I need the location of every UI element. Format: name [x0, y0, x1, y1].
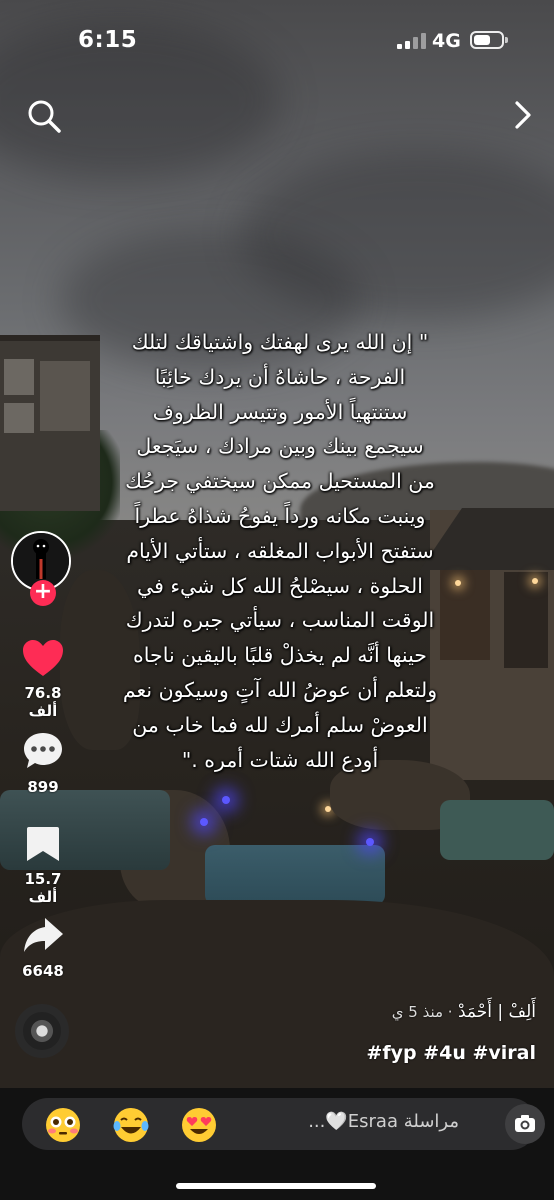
camera-icon[interactable]: [505, 1104, 545, 1144]
hashtags[interactable]: #fyp #4u #viral: [366, 1042, 536, 1064]
like-count: 76.8 ألف: [24, 684, 62, 720]
comment-input-pill[interactable]: مراسلة Esraa🤍...: [22, 1098, 545, 1150]
battery-icon: [470, 31, 508, 49]
home-indicator[interactable]: [176, 1183, 376, 1189]
status-bar: 6:15 4G: [0, 0, 554, 80]
lamp: [532, 578, 538, 584]
comment-button[interactable]: 899: [10, 730, 76, 796]
share-count: 6648: [22, 962, 64, 980]
post-time: · منذ 5 ي: [391, 1003, 453, 1021]
heart-icon: [23, 640, 63, 676]
comment-count: 899: [27, 778, 59, 796]
music-disc[interactable]: [15, 1004, 69, 1058]
share-button[interactable]: 6648: [10, 914, 76, 980]
lamp: [455, 580, 461, 586]
heart-eyes-emoji[interactable]: [180, 1106, 218, 1144]
building-left: [0, 335, 100, 511]
pool-light: [222, 796, 230, 804]
pool: [205, 845, 385, 905]
post-author-line: أَلِفْ | أَحْمَدْ · منذ 5 ي: [392, 1002, 536, 1022]
pool: [440, 800, 554, 860]
network-type: 4G: [432, 30, 461, 52]
follow-button[interactable]: +: [30, 580, 56, 606]
flushed-face-emoji[interactable]: [44, 1106, 82, 1144]
comment-bubble-icon: [24, 733, 62, 768]
search-icon[interactable]: [26, 98, 62, 134]
like-button[interactable]: 76.8 ألف: [10, 638, 76, 720]
video-caption-text: " إن الله يرى لهفتك واشتياقك لتلك الفرحة…: [122, 330, 438, 772]
save-button[interactable]: 15.7 ألف: [10, 824, 76, 906]
share-arrow-icon: [24, 918, 63, 952]
bookmark-icon: [27, 827, 59, 861]
pool-light: [200, 818, 208, 826]
author-name[interactable]: أَلِفْ | أَحْمَدْ: [458, 1002, 536, 1022]
tears-of-joy-emoji[interactable]: [112, 1106, 150, 1144]
clock: 6:15: [78, 27, 138, 53]
pool-light: [366, 838, 374, 846]
save-count: 15.7 ألف: [24, 870, 62, 906]
chevron-right-icon[interactable]: [508, 98, 538, 132]
cellular-signal-icon: [397, 33, 427, 49]
comment-placeholder[interactable]: مراسلة Esraa🤍...: [308, 1111, 459, 1132]
